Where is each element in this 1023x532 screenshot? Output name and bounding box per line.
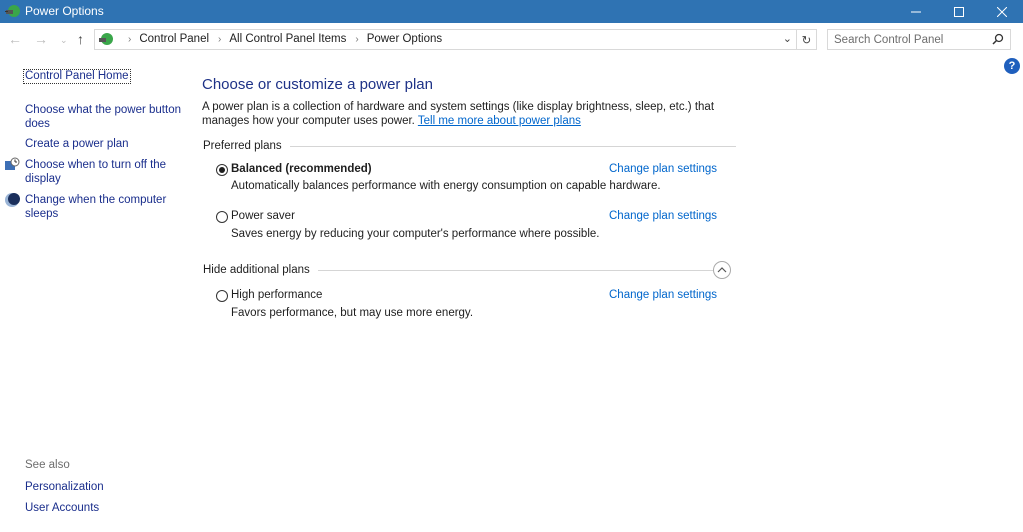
preferred-plans-group: Preferred plans <box>203 140 736 152</box>
plan-radio-power-saver[interactable] <box>216 211 228 223</box>
plan-name-high-performance[interactable]: High performance <box>231 289 322 301</box>
hide-additional-plans-label[interactable]: Hide additional plans <box>203 264 310 276</box>
refresh-button[interactable]: ↻ <box>797 29 817 50</box>
refresh-icon: ↻ <box>801 34 812 47</box>
control-panel-icon <box>99 33 113 45</box>
plan-radio-high-performance[interactable] <box>216 290 228 302</box>
help-button[interactable]: ? <box>1004 58 1020 74</box>
breadcrumb-separator[interactable]: › <box>355 34 358 45</box>
maximize-button[interactable] <box>936 0 982 23</box>
chevron-up-icon <box>717 267 727 273</box>
plan-name-balanced[interactable]: Balanced (recommended) <box>231 163 372 175</box>
breadcrumb: › Control Panel › All Control Panel Item… <box>119 33 442 45</box>
address-field[interactable]: › Control Panel › All Control Panel Item… <box>94 29 797 50</box>
sidebar-item-create-plan[interactable]: Create a power plan <box>25 137 185 151</box>
maximize-icon <box>954 6 964 17</box>
window-title: Power Options <box>25 4 104 18</box>
sidebar-item-sleep[interactable]: Change when the computer sleeps <box>25 193 185 221</box>
up-button[interactable]: ↑ <box>77 31 84 47</box>
change-plan-settings-high-performance[interactable]: Change plan settings <box>609 289 717 301</box>
change-plan-settings-balanced[interactable]: Change plan settings <box>609 163 717 175</box>
moon-icon <box>5 193 20 207</box>
see-also-user-accounts[interactable]: User Accounts <box>25 501 185 515</box>
sidebar-control-panel-home[interactable]: Control Panel Home <box>23 69 131 84</box>
preferred-plans-label: Preferred plans <box>203 140 282 152</box>
change-plan-settings-power-saver[interactable]: Change plan settings <box>609 210 717 222</box>
search-input[interactable] <box>834 31 984 49</box>
recent-locations-button[interactable]: ⌄ <box>60 35 68 46</box>
plan-description-balanced: Automatically balances performance with … <box>231 180 661 192</box>
divider <box>317 269 713 271</box>
page-title: Choose or customize a power plan <box>202 76 433 93</box>
address-toolbar: ← → ⌄ ↑ › Control Panel › All Control Pa… <box>0 23 1023 56</box>
close-icon <box>997 6 1007 17</box>
power-options-icon <box>5 5 20 17</box>
sidebar-item-display-off[interactable]: Choose when to turn off the display <box>25 158 185 186</box>
power-plans-help-link[interactable]: Tell me more about power plans <box>418 115 581 127</box>
back-button[interactable]: ← <box>8 31 22 47</box>
search-box <box>827 29 1011 50</box>
plan-radio-balanced[interactable] <box>216 164 228 176</box>
breadcrumb-power-options[interactable]: Power Options <box>367 33 442 45</box>
minimize-button[interactable] <box>893 0 939 23</box>
plan-description-power-saver: Saves energy by reducing your computer's… <box>231 228 600 240</box>
display-clock-icon <box>5 157 20 170</box>
breadcrumb-all-items[interactable]: All Control Panel Items <box>229 33 346 45</box>
plan-description-high-performance: Favors performance, but may use more ene… <box>231 307 474 319</box>
breadcrumb-separator[interactable]: › <box>218 34 221 45</box>
breadcrumb-control-panel[interactable]: Control Panel <box>139 33 209 45</box>
search-icon[interactable] <box>992 33 1004 45</box>
title-bar: Power Options <box>0 0 1023 23</box>
see-also-heading: See also <box>25 459 70 471</box>
breadcrumb-separator[interactable]: › <box>128 34 131 45</box>
plan-name-power-saver[interactable]: Power saver <box>231 210 295 222</box>
address-dropdown-button[interactable]: ⌄ <box>783 32 792 45</box>
page-description: A power plan is a collection of hardware… <box>202 100 742 128</box>
minimize-icon <box>911 11 921 12</box>
close-button[interactable] <box>979 0 1023 23</box>
additional-plans-group: Hide additional plans <box>203 264 713 276</box>
see-also-personalization[interactable]: Personalization <box>25 480 185 494</box>
divider <box>289 145 736 147</box>
forward-button[interactable]: → <box>34 31 48 47</box>
sidebar-item-power-button[interactable]: Choose what the power button does <box>25 103 185 131</box>
collapse-button[interactable] <box>713 261 731 279</box>
